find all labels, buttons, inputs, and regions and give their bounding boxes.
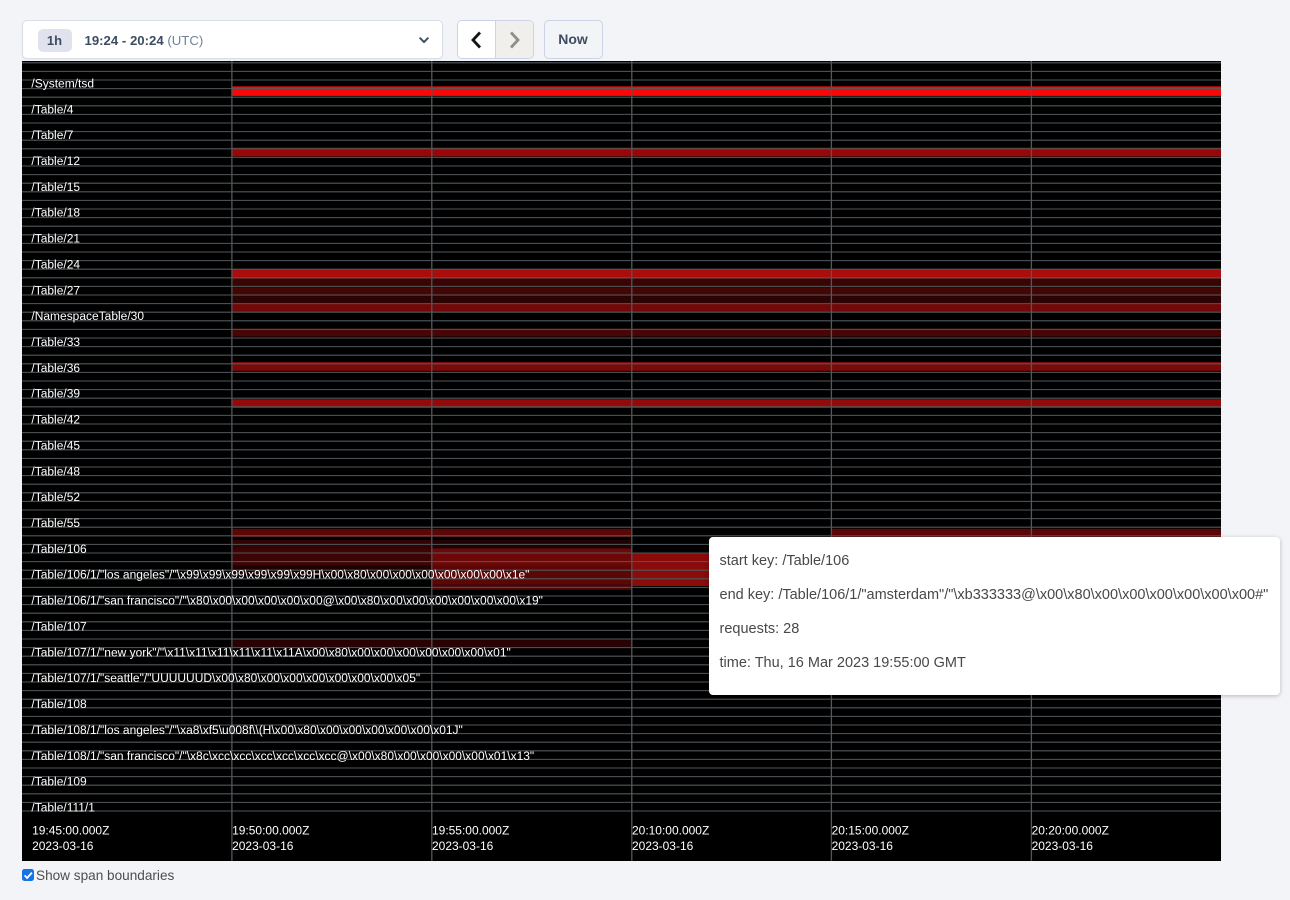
svg-text:/Table/4: /Table/4 xyxy=(31,102,73,116)
svg-text:/Table/33: /Table/33 xyxy=(31,335,80,349)
svg-text:/Table/7: /Table/7 xyxy=(31,128,73,142)
svg-text:/Table/39: /Table/39 xyxy=(31,387,80,401)
svg-text:/Table/111/1: /Table/111/1 xyxy=(31,800,95,814)
svg-text:2023-03-16: 2023-03-16 xyxy=(1031,839,1093,853)
svg-text:/Table/15: /Table/15 xyxy=(31,180,80,194)
svg-text:/Table/109: /Table/109 xyxy=(31,775,87,789)
svg-text:/Table/108/1/"san francisco"/": /Table/108/1/"san francisco"/"\x8c\xcc\x… xyxy=(31,749,534,763)
svg-text:/Table/106/1/"los angeles"/"\x: /Table/106/1/"los angeles"/"\x99\x99\x99… xyxy=(31,568,529,582)
svg-text:2023-03-16: 2023-03-16 xyxy=(232,839,294,853)
svg-text:20:15:00.000Z: 20:15:00.000Z xyxy=(831,824,908,838)
svg-text:/Table/24: /Table/24 xyxy=(31,257,80,271)
svg-text:/Table/12: /Table/12 xyxy=(31,154,80,168)
svg-text:2023-03-16: 2023-03-16 xyxy=(432,839,494,853)
svg-text:/NamespaceTable/30: /NamespaceTable/30 xyxy=(31,309,144,323)
svg-text:/Table/48: /Table/48 xyxy=(31,464,80,478)
svg-text:/Table/21: /Table/21 xyxy=(31,232,80,246)
svg-text:/Table/36: /Table/36 xyxy=(31,361,80,375)
svg-text:/Table/52: /Table/52 xyxy=(31,490,80,504)
svg-text:/Table/108: /Table/108 xyxy=(31,697,87,711)
svg-text:/System/tsd: /System/tsd xyxy=(31,76,94,90)
svg-text:/Table/106: /Table/106 xyxy=(31,542,87,556)
svg-text:/Table/107/1/"seattle"/"UUUUUU: /Table/107/1/"seattle"/"UUUUUUD\x00\x80\… xyxy=(31,671,420,685)
svg-text:/Table/106/1/"san francisco"/": /Table/106/1/"san francisco"/"\x80\x00\x… xyxy=(31,594,543,608)
svg-text:/Table/55: /Table/55 xyxy=(31,516,80,530)
svg-text:20:20:00.000Z: 20:20:00.000Z xyxy=(1031,824,1108,838)
svg-text:/Table/108/1/"los angeles"/"\x: /Table/108/1/"los angeles"/"\xa8\xf5\u00… xyxy=(31,723,462,737)
svg-text:19:45:00.000Z: 19:45:00.000Z xyxy=(32,824,109,838)
svg-text:/Table/18: /Table/18 xyxy=(31,206,80,220)
svg-text:/Table/107/1/"new york"/"\x11\: /Table/107/1/"new york"/"\x11\x11\x11\x1… xyxy=(31,645,510,659)
svg-text:2023-03-16: 2023-03-16 xyxy=(32,839,94,853)
svg-text:/Table/27: /Table/27 xyxy=(31,283,80,297)
svg-text:/Table/107: /Table/107 xyxy=(31,619,87,633)
svg-text:19:50:00.000Z: 19:50:00.000Z xyxy=(232,824,309,838)
svg-text:2023-03-16: 2023-03-16 xyxy=(831,839,893,853)
svg-text:/Table/42: /Table/42 xyxy=(31,413,80,427)
svg-text:/Table/45: /Table/45 xyxy=(31,438,80,452)
svg-text:20:10:00.000Z: 20:10:00.000Z xyxy=(632,824,709,838)
svg-text:2023-03-16: 2023-03-16 xyxy=(632,839,694,853)
svg-text:19:55:00.000Z: 19:55:00.000Z xyxy=(432,824,509,838)
